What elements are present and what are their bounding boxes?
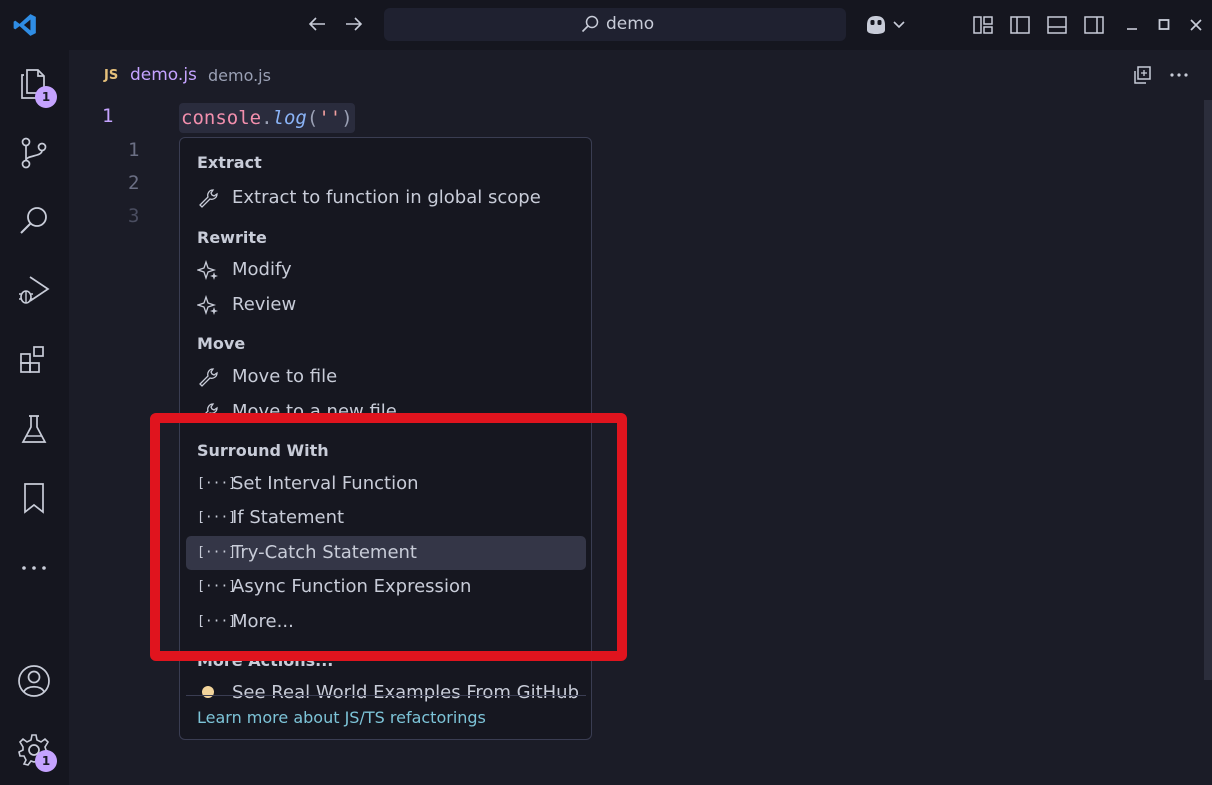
editor-tab-description: demo.js (208, 66, 271, 85)
wrench-icon (199, 368, 218, 387)
more-views-ellipsis-icon[interactable] (16, 550, 52, 586)
open-changes-icon[interactable] (1131, 64, 1153, 86)
editor-tab-filename[interactable]: demo.js (130, 65, 197, 85)
sparkle-icon (197, 295, 218, 315)
wrench-icon (199, 189, 218, 208)
back-arrow-icon[interactable] (304, 12, 330, 38)
code-action-menu: Extract Extract to function in global sc… (179, 137, 592, 740)
snippet-icon: [···] (197, 510, 237, 525)
menu-item-label: If Statement (232, 507, 345, 528)
code-token-paren-close: ) (341, 107, 353, 129)
menu-item-move-to-new-file[interactable]: Move to a new file (186, 395, 586, 429)
snippet-icon: [···] (197, 545, 237, 560)
wrench-icon (199, 403, 218, 422)
search-text: demo (606, 14, 655, 34)
menu-item-review[interactable]: Review (186, 288, 586, 322)
menu-separator (186, 695, 586, 696)
toggle-primary-sidebar-icon[interactable] (1008, 13, 1032, 37)
menu-item-if-statement[interactable]: [···] If Statement (186, 501, 586, 535)
menu-item-set-interval[interactable]: [···] Set Interval Function (186, 467, 586, 501)
menu-item-label: Review (232, 294, 297, 315)
testing-flask-icon[interactable] (16, 412, 52, 448)
search-icon (581, 15, 599, 33)
menu-item-extract-function[interactable]: Extract to function in global scope (186, 181, 586, 215)
line-number-active: 1 (102, 105, 114, 127)
line-number: 3 (128, 205, 140, 227)
menu-item-move-to-file[interactable]: Move to file (186, 360, 586, 394)
code-token-paren-open: ( (306, 107, 319, 129)
menu-item-try-catch[interactable]: [···] Try-Catch Statement (186, 536, 586, 570)
menu-item-async-function[interactable]: [···] Async Function Expression (186, 570, 586, 604)
menu-item-label: Async Function Expression (232, 576, 472, 597)
menu-item-modify[interactable]: Modify (186, 253, 586, 287)
menu-section-header: Surround With (197, 441, 329, 460)
learn-more-link[interactable]: Learn more about JS/TS refactorings (197, 708, 486, 727)
code-token-method: log (272, 107, 307, 129)
run-and-debug-icon[interactable] (16, 272, 52, 308)
extensions-icon[interactable] (16, 342, 52, 378)
maximize-icon[interactable] (1152, 13, 1176, 37)
editor-scrollbar[interactable] (1204, 100, 1212, 680)
javascript-file-icon: JS (104, 68, 119, 83)
sparkle-icon (197, 260, 218, 280)
activity-bar: 1 1 (0, 50, 69, 785)
menu-item-label: Set Interval Function (232, 473, 419, 494)
more-actions-ellipsis-icon[interactable] (1168, 64, 1190, 86)
minimize-icon[interactable] (1120, 13, 1144, 37)
code-line[interactable]: console.log('') (179, 103, 355, 133)
menu-section-header: More Actions... (197, 651, 334, 670)
source-control-icon[interactable] (16, 135, 52, 171)
toggle-panel-icon[interactable] (1045, 13, 1069, 37)
forward-arrow-icon[interactable] (341, 12, 367, 38)
snippet-icon: [···] (197, 614, 237, 629)
vscode-logo-icon[interactable] (12, 12, 38, 38)
account-icon[interactable] (16, 663, 52, 699)
lightbulb-icon (202, 686, 214, 698)
menu-item-label: Modify (232, 259, 292, 280)
command-center-search[interactable]: demo (384, 8, 846, 41)
code-token-string: '' (318, 107, 342, 129)
line-number: 2 (128, 172, 140, 194)
bookmark-icon[interactable] (16, 480, 52, 516)
line-number: 1 (128, 139, 140, 161)
menu-item-label: Try-Catch Statement (232, 542, 417, 563)
menu-section-header: Move (197, 334, 246, 353)
title-bar: demo (0, 0, 1212, 50)
menu-item-label: Extract to function in global scope (232, 187, 541, 208)
menu-item-label: More... (232, 611, 294, 632)
explorer-badge: 1 (35, 86, 57, 108)
code-token-dot: . (261, 107, 273, 129)
menu-section-header: Rewrite (197, 228, 267, 247)
copilot-icon[interactable] (864, 13, 908, 37)
toggle-secondary-sidebar-icon[interactable] (1082, 13, 1106, 37)
menu-section-header: Extract (197, 153, 262, 172)
menu-item-more-snippets[interactable]: [···] More... (186, 605, 586, 639)
snippet-icon: [···] (197, 476, 237, 491)
menu-item-label: Move to a new file (232, 401, 397, 422)
snippet-icon: [···] (197, 579, 237, 594)
search-activity-icon[interactable] (16, 203, 52, 239)
settings-badge: 1 (35, 750, 57, 772)
menu-item-label: Move to file (232, 366, 338, 387)
code-token-object: console (181, 107, 262, 129)
menu-item-label: See Real World Examples From GitHub (232, 682, 580, 703)
menu-item-github-examples[interactable]: See Real World Examples From GitHub (186, 676, 586, 710)
customize-layout-icon[interactable] (971, 13, 995, 37)
close-icon[interactable] (1184, 13, 1208, 37)
